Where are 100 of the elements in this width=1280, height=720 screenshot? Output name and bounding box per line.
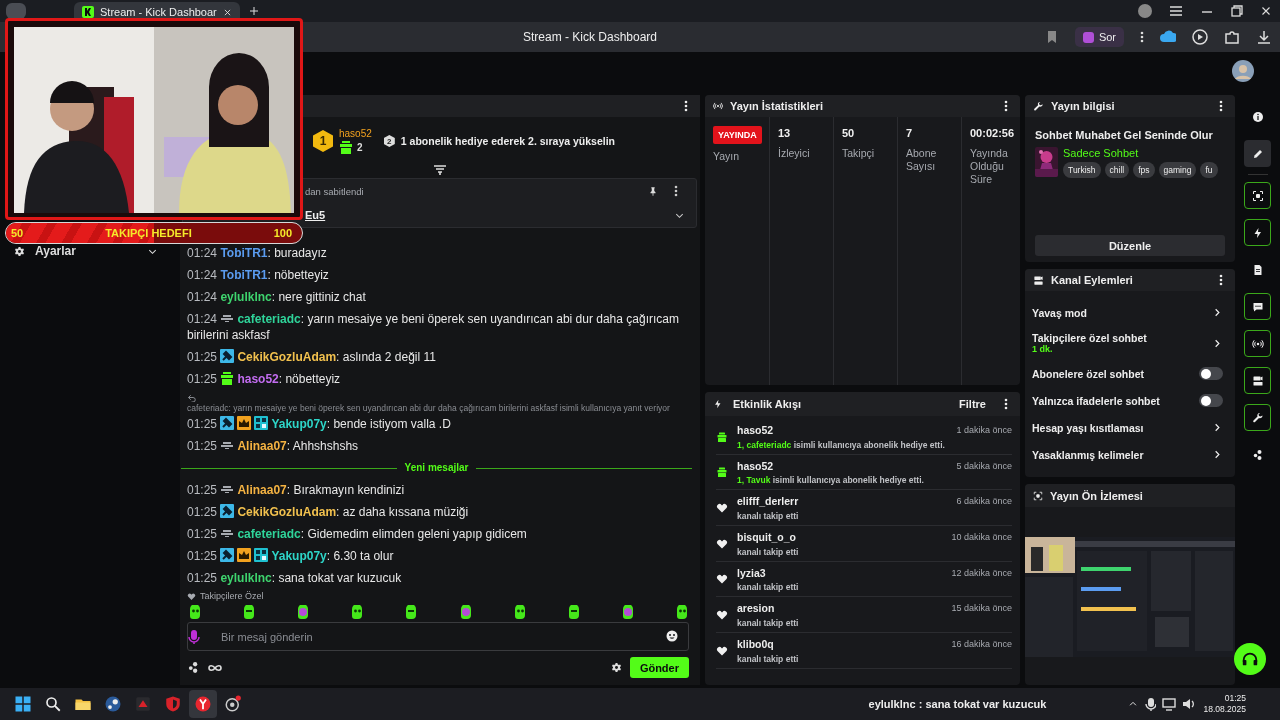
emote-icon[interactable]	[404, 605, 419, 619]
kebab-menu-icon[interactable]	[1219, 100, 1223, 112]
og-badge-icon	[254, 548, 269, 562]
chevron-right-icon[interactable]	[1212, 337, 1223, 349]
puzzle-icon[interactable]	[1224, 29, 1240, 45]
username[interactable]: bisquit_o_o	[737, 531, 952, 544]
microphone-icon[interactable]	[1144, 697, 1157, 711]
camera-tool-button[interactable]	[1244, 367, 1271, 394]
emote-icon[interactable]	[566, 605, 581, 619]
kebab-menu-icon[interactable]	[674, 185, 678, 197]
goal-target: 100	[273, 227, 292, 239]
event-description: kanalı takip etti	[737, 546, 800, 557]
filter-icon[interactable]	[433, 165, 447, 175]
event-time: 1 dakika önce	[956, 425, 1012, 435]
close-icon[interactable]	[222, 7, 232, 17]
menu-icon[interactable]	[1168, 3, 1184, 19]
chevron-up-icon[interactable]	[1128, 699, 1139, 709]
dots-icon[interactable]	[187, 661, 200, 674]
emote-icon[interactable]	[296, 605, 311, 619]
tag-chip[interactable]: Turkish	[1063, 162, 1101, 178]
emote-icon[interactable]	[188, 605, 202, 619]
user-avatar	[1232, 60, 1254, 82]
username[interactable]: haso52	[737, 424, 957, 436]
kebab-menu-icon[interactable]	[1219, 274, 1223, 286]
moderator-badge-icon	[220, 416, 235, 430]
chat-message: 01:24 cafeteriadc: yarın mesaiye ye beni öperek sen uyandırıcan abi dur daha çağırıcam birilerini askfasf	[187, 311, 680, 343]
download-icon[interactable]	[1256, 29, 1272, 45]
search-icon	[44, 695, 62, 713]
event-description: kanalı takip etti	[737, 510, 800, 521]
edit-button[interactable]: Düzenle	[1035, 235, 1225, 256]
emote-icon[interactable]	[458, 605, 473, 619]
username[interactable]: klibo0q	[737, 638, 952, 651]
bolt-tool-button[interactable]	[1244, 219, 1271, 246]
settings-item[interactable]: Ayarlar	[14, 243, 158, 259]
stat-label: Takipçi	[842, 147, 876, 160]
support-button[interactable]	[1234, 643, 1266, 675]
username[interactable]: elifff_derlerr	[737, 495, 957, 508]
edit-tool-button[interactable]	[1244, 140, 1271, 167]
stat-label: Yayın	[713, 150, 741, 163]
filter-button[interactable]: Filtre	[959, 398, 986, 410]
reply-context: cafeteriadc: yarın mesaiye ye beni öperek sen uyandırıcan abi dur daha çağırıcam birilerini askfasf isimli kullanıcıya yanıt veriyor	[187, 393, 690, 414]
rank-badge: 2	[383, 135, 395, 147]
play-icon[interactable]	[1192, 29, 1208, 45]
cloud-icon[interactable]	[1160, 29, 1176, 45]
display-icon[interactable]	[1162, 697, 1177, 711]
chevron-right-icon[interactable]	[1212, 449, 1223, 460]
chat-message: 01:25 Yakup07y: bende istiyom valla .D	[187, 416, 452, 432]
kebab-menu-icon[interactable]	[1140, 31, 1144, 43]
chat-tool-button[interactable]	[1244, 293, 1271, 320]
wrench-tool-button[interactable]	[1244, 404, 1271, 431]
toggle-switch[interactable]	[1199, 394, 1223, 407]
username[interactable]: aresion	[737, 602, 952, 615]
tag-chip[interactable]: gaming	[1158, 162, 1197, 178]
emote-icon[interactable]	[350, 605, 365, 619]
capture-tool-button[interactable]	[1244, 182, 1271, 209]
chat-message: 01:25 eylulklnc: sana tokat var kuzucuk	[187, 570, 403, 586]
username[interactable]: haso52	[339, 128, 372, 139]
close-icon[interactable]	[1260, 5, 1272, 17]
new-tab-icon[interactable]	[247, 5, 260, 17]
kebab-menu-icon[interactable]	[1004, 100, 1008, 112]
chat-message: 01:25 CekikGozluAdam: aslında 2 değil 11	[187, 349, 437, 365]
chevron-right-icon[interactable]	[1212, 307, 1223, 318]
restore-icon[interactable]	[1230, 4, 1244, 18]
ask-button[interactable]: Sor	[1074, 27, 1124, 47]
emoji-icon[interactable]	[666, 630, 678, 642]
speaker-icon[interactable]	[1182, 697, 1196, 711]
message-input[interactable]: Bir mesaj gönderin	[187, 622, 689, 651]
action-label: Takipçilere özel sohbet	[1032, 332, 1147, 344]
chat-message: 01:24 TobiTR1: nöbetteyiz	[187, 267, 330, 283]
moderator-badge-icon	[220, 504, 235, 518]
username[interactable]: haso52	[737, 459, 957, 472]
moderator-badge-icon	[220, 349, 235, 363]
chat-message: 01:24 TobiTR1: buradayız	[187, 245, 328, 261]
emote-icon[interactable]	[620, 605, 635, 619]
clock-time: 01:25	[1224, 693, 1246, 704]
kebab-menu-icon[interactable]	[1004, 398, 1008, 410]
emote-icon[interactable]	[512, 605, 527, 619]
emote-icon[interactable]	[675, 605, 689, 619]
browser-taskbar-button[interactable]	[189, 690, 217, 718]
tag-chip[interactable]: fps	[1133, 162, 1155, 178]
reply-icon	[187, 393, 196, 402]
action-label: Hesap yaşı kısıtlaması	[1032, 421, 1144, 434]
category-link[interactable]: Sadece Sohbet	[1063, 147, 1229, 159]
toggle-switch[interactable]	[1199, 367, 1223, 380]
profile-icon[interactable]	[1138, 4, 1152, 18]
send-button[interactable]: Gönder	[629, 657, 689, 678]
broadcast-tool-button[interactable]	[1244, 330, 1271, 357]
profile-icon[interactable]	[6, 3, 26, 19]
camera-icon	[1251, 374, 1264, 387]
tag-chip[interactable]: fu	[1200, 162, 1218, 178]
gift-icon	[716, 430, 728, 443]
leaderboard-hint: 1 abonelik hediye ederek 2. sıraya yükselin	[400, 135, 615, 147]
emote-icon[interactable]	[242, 605, 257, 619]
camera-icon	[1033, 274, 1044, 286]
username[interactable]: lyzia3	[737, 566, 952, 579]
rank-badge: 1	[313, 130, 333, 152]
tag-chip[interactable]: chill	[1104, 162, 1130, 178]
chevron-right-icon[interactable]	[1212, 422, 1223, 433]
settings-icon[interactable]	[610, 662, 622, 673]
kebab-menu-icon[interactable]	[684, 100, 688, 112]
